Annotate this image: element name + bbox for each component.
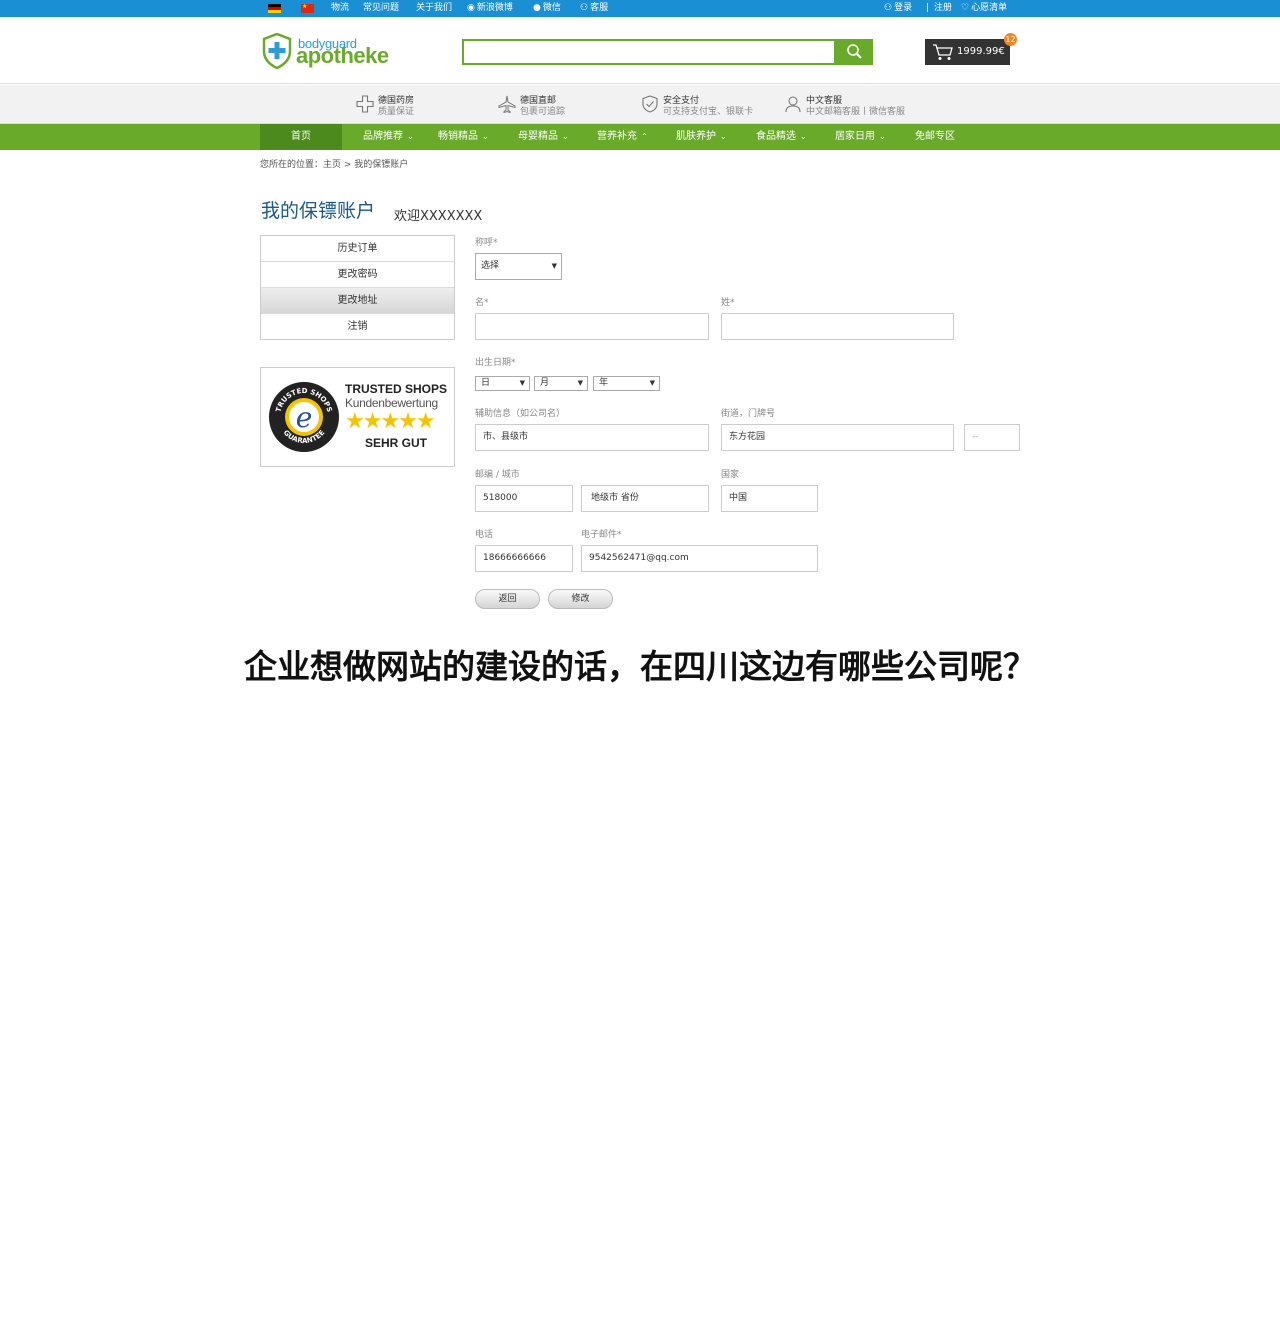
- edit-button[interactable]: 修改: [548, 589, 613, 609]
- trusted-shops-seal-icon: e TRUSTED SHOPS GUARANTEE: [269, 382, 339, 452]
- street-label: 街道，门牌号: [721, 409, 776, 419]
- top-link-wechat[interactable]: ● 微信: [533, 2, 561, 15]
- chevron-up-icon: ⌃: [641, 132, 648, 141]
- weibo-icon: ◉: [467, 3, 475, 13]
- top-link-weibo[interactable]: ◉ 新浪微博: [467, 2, 513, 15]
- top-link-logistics[interactable]: 物流: [331, 2, 349, 15]
- nav-item-household[interactable]: 居家日用 ⌄: [835, 124, 886, 150]
- wishlist-link[interactable]: ♡ 心愿清单: [961, 2, 1007, 15]
- breadcrumb[interactable]: 您所在的位置：主页 > 我的保镖账户: [260, 157, 408, 170]
- main-nav: 首页 品牌推荐 ⌄ 畅销精品 ⌄ 母婴精品 ⌄ 营养补充 ⌃ 肌肤养护 ⌄ 食品精选 ⌄ 居…: [0, 124, 1280, 150]
- airplane-icon: [498, 95, 516, 113]
- trusted-rating-text: SEHR GUT: [365, 436, 428, 450]
- salutation-label: 称呼*: [475, 238, 498, 248]
- heart-icon: ♡: [961, 3, 970, 13]
- side-item-change-password[interactable]: 更改密码: [261, 262, 454, 288]
- chevron-down-icon: ⌄: [562, 132, 569, 141]
- nav-item-bestsellers[interactable]: 畅销精品 ⌄: [438, 124, 489, 150]
- first-name-label: 名*: [475, 298, 489, 308]
- nav-item-free-shipping[interactable]: 免邮专区: [915, 124, 955, 150]
- salutation-select[interactable]: 选择 ▼: [475, 253, 562, 280]
- top-bar: 物流 常见问题 关于我们 ◉新浪微博 ●微信 ⚇客服 ⚇登录 | 注册 ♡心愿清…: [0, 0, 1280, 17]
- shield-check-icon: [642, 95, 658, 113]
- side-item-order-history[interactable]: 历史订单: [261, 236, 454, 262]
- cart-total: 1999.99€: [957, 46, 1005, 57]
- nav-item-brands[interactable]: 品牌推荐 ⌄: [363, 124, 414, 150]
- cart-icon: [933, 44, 953, 60]
- overlay-headline: 企业想做网站的建设的话，在四川这边有哪些公司呢？: [244, 647, 1036, 686]
- service-strip: 德国药房 质量保证 德国直邮 包裹可追踪 安全支付 可支持支付宝、银联卡 中文客…: [0, 85, 1280, 124]
- search-button[interactable]: [836, 39, 873, 65]
- birthday-label: 出生日期*: [475, 358, 516, 368]
- trusted-title: TRUSTED SHOPS: [345, 382, 448, 396]
- top-link-faq[interactable]: 常见问题: [363, 2, 399, 15]
- country-field[interactable]: 中国: [721, 485, 818, 512]
- seal-letter: e: [296, 401, 313, 434]
- zip-city-label: 邮编 / 城市: [475, 470, 520, 480]
- user-icon: ⚇: [580, 3, 589, 13]
- street-field[interactable]: 东方花园: [721, 424, 954, 451]
- header: bodyguard apotheke 1999.99€ 12: [0, 17, 1280, 84]
- phone-label: 电话: [475, 530, 494, 540]
- logo[interactable]: bodyguard apotheke: [262, 33, 412, 71]
- dropdown-arrow-icon: ▼: [519, 379, 525, 387]
- birthday-year-select[interactable]: 年 ▼: [593, 376, 660, 391]
- side-item-logout[interactable]: 注销: [261, 314, 454, 340]
- search-input[interactable]: [462, 39, 836, 65]
- rating-stars-icon: ★★★★★: [345, 409, 436, 434]
- welcome-text: 欢迎XXXXXXX: [394, 209, 483, 224]
- extra-info-label: 辅助信息（如公司名）: [475, 409, 566, 419]
- support-user-icon: [785, 96, 801, 113]
- shield-cross-icon: [262, 33, 292, 69]
- zip-field[interactable]: 518000: [475, 485, 573, 512]
- trusted-shops-badge[interactable]: e TRUSTED SHOPS GUARANTEE TRUSTED SHOPS …: [260, 367, 455, 467]
- page-title: 我的保镖账户: [261, 200, 376, 222]
- top-separator: |: [926, 3, 930, 13]
- nav-item-skincare[interactable]: 肌肤养护 ⌄: [676, 124, 727, 150]
- wechat-icon: ●: [533, 3, 541, 13]
- trusted-subtitle: Kundenbewertung: [345, 396, 438, 410]
- account-side-menu: 历史订单 更改密码 更改地址 注销: [260, 235, 455, 340]
- logo-text-big: apotheke: [296, 43, 389, 68]
- chevron-down-icon: ⌄: [800, 132, 807, 141]
- side-item-change-address[interactable]: 更改地址: [261, 288, 454, 314]
- email-label: 电子邮件*: [581, 530, 622, 540]
- cart-count-badge: 12: [1004, 33, 1017, 46]
- cart-button[interactable]: 1999.99€ 12: [925, 33, 1017, 65]
- back-button[interactable]: 返回: [475, 589, 540, 609]
- chevron-down-icon: ⌄: [407, 132, 414, 141]
- chinese-flag-icon[interactable]: [301, 3, 314, 13]
- phone-field[interactable]: 18666666666: [475, 545, 573, 572]
- chevron-down-icon: ⌄: [482, 132, 489, 141]
- top-link-service[interactable]: ⚇ 客服: [580, 2, 608, 15]
- last-name-field[interactable]: [721, 313, 954, 340]
- chevron-down-icon: ⌄: [879, 132, 886, 141]
- birthday-day-select[interactable]: 日 ▼: [475, 376, 530, 391]
- last-name-label: 姓*: [721, 298, 735, 308]
- country-label: 国家: [721, 470, 740, 480]
- dropdown-arrow-icon: ▼: [649, 379, 655, 387]
- chevron-down-icon: ⌄: [720, 132, 727, 141]
- email-field[interactable]: 9542562471@qq.com: [581, 545, 818, 572]
- first-name-field[interactable]: [475, 313, 709, 340]
- city-field[interactable]: 地级市 省份: [581, 485, 709, 512]
- login-user-icon: ⚇: [884, 3, 893, 13]
- plus-icon: [356, 95, 374, 113]
- register-link[interactable]: 注册: [934, 2, 952, 15]
- dropdown-arrow-icon: ▼: [551, 262, 557, 270]
- birthday-month-select[interactable]: 月 ▼: [534, 376, 588, 391]
- top-link-about[interactable]: 关于我们: [416, 2, 452, 15]
- search-icon: [847, 44, 862, 59]
- login-link[interactable]: ⚇ 登录: [884, 2, 912, 15]
- nav-item-mother-baby[interactable]: 母婴精品 ⌄: [518, 124, 569, 150]
- dropdown-arrow-icon: ▼: [577, 379, 583, 387]
- german-flag-icon[interactable]: [268, 4, 281, 13]
- extra-info-field[interactable]: 市、县级市: [475, 424, 709, 451]
- house-number-field[interactable]: --: [964, 424, 1020, 451]
- nav-item-food[interactable]: 食品精选 ⌄: [756, 124, 807, 150]
- nav-item-home[interactable]: 首页: [260, 124, 342, 150]
- nav-item-nutrition[interactable]: 营养补充 ⌃: [597, 124, 648, 150]
